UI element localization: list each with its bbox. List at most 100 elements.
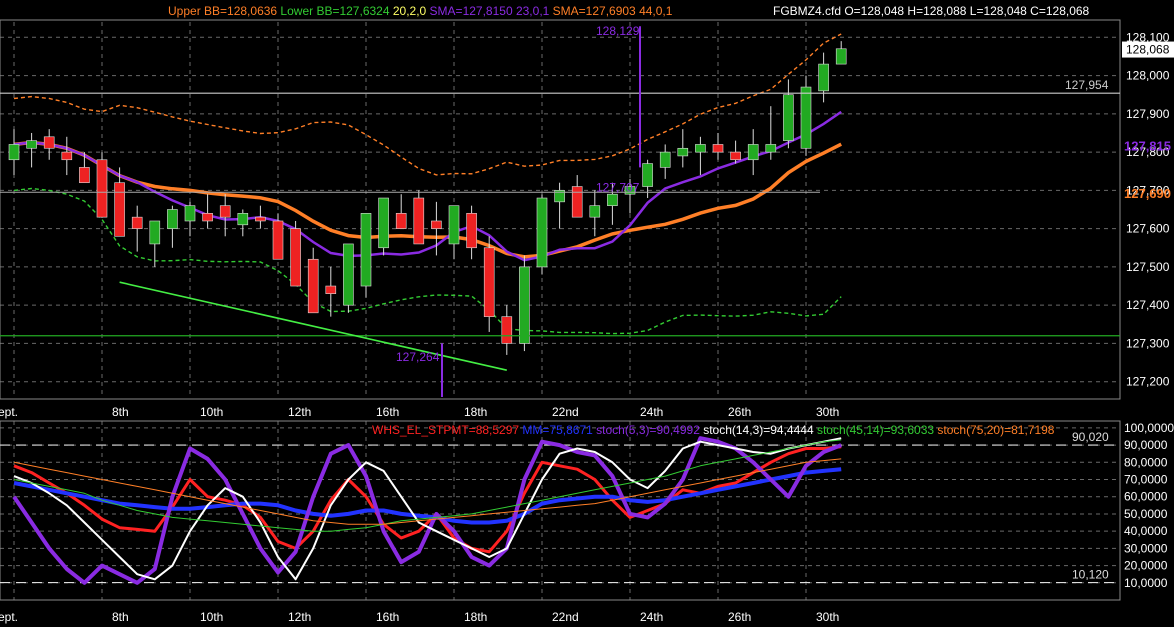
candle-body[interactable] <box>483 247 495 317</box>
candle-body[interactable] <box>695 144 706 153</box>
date-label: 24th <box>640 405 663 419</box>
candle-body[interactable] <box>255 216 266 222</box>
date-label: 18th <box>464 405 487 419</box>
osc-lower-level-label: 10,120 <box>1072 568 1109 582</box>
osc-tick-label: 20,0000 <box>1124 559 1168 573</box>
candle-body[interactable] <box>448 205 460 245</box>
candle-body[interactable] <box>307 258 319 314</box>
date-label: ept. <box>0 405 18 419</box>
price-tick-label: 127,600 <box>1126 222 1170 236</box>
candle-body[interactable] <box>642 163 653 187</box>
osc-tick-label: 100,0000 <box>1124 421 1174 435</box>
mid-annotation: 127,707 <box>596 181 640 195</box>
osc-tick-label: 80,0000 <box>1124 455 1168 469</box>
candle-body[interactable] <box>96 159 108 218</box>
candle-body[interactable] <box>431 220 442 229</box>
legend-entry: 20,2,0 <box>390 4 427 18</box>
candle-body[interactable] <box>607 193 618 206</box>
date-label: 26th <box>728 405 751 419</box>
legend-entry: 44,0,1 <box>636 4 673 18</box>
legend-entry: SMA=127,8150 <box>426 4 513 18</box>
legend-entry: stoch(5,3)=90,4992 <box>593 423 700 437</box>
date-label: 22nd <box>552 610 579 624</box>
candle-body[interactable] <box>43 136 55 149</box>
candle-body[interactable] <box>783 94 794 141</box>
candle-body[interactable] <box>149 220 161 245</box>
candle-body[interactable] <box>184 205 196 222</box>
chart-background <box>0 0 1174 627</box>
candle-body[interactable] <box>61 151 73 161</box>
oscillator-legend: WHS_EL_STPMT=88,5297 MM=75,8671 stoch(5,… <box>372 423 1055 437</box>
trading-chart[interactable]: 128,129127,264127,707 128,100128,000127,… <box>0 0 1174 627</box>
osc-tick-label: 90,0000 <box>1124 438 1168 452</box>
candle-body[interactable] <box>712 144 724 153</box>
candle-body[interactable] <box>167 209 178 229</box>
candle-body[interactable] <box>290 228 301 287</box>
candle-body[interactable] <box>26 140 37 149</box>
candle-body[interactable] <box>519 266 530 344</box>
candle-body[interactable] <box>114 182 125 237</box>
legend-entry: WHS_EL_STPMT=88,5297 <box>372 423 519 437</box>
osc-upper-level-label: 90,020 <box>1072 430 1109 444</box>
osc-tick-label: 60,0000 <box>1124 490 1168 504</box>
candle-body[interactable] <box>378 197 389 249</box>
legend-entry: SMA=127,6903 <box>549 4 636 18</box>
legend-entry: stoch(14,3)=94,4444 <box>700 423 814 437</box>
candle-body[interactable] <box>395 213 407 229</box>
candle-body[interactable] <box>571 186 583 218</box>
date-label: 24th <box>640 610 663 624</box>
symbol-info: FGBMZ4.cfd O=128,048 H=128,088 L=128,048… <box>773 4 1090 18</box>
candle-body[interactable] <box>79 167 90 184</box>
candle-body[interactable] <box>765 144 777 153</box>
price-tick-label: 127,200 <box>1126 375 1170 389</box>
osc-tick-label: 40,0000 <box>1124 524 1168 538</box>
sma23-axis-value: 127,815 <box>1124 138 1171 153</box>
date-label: ept. <box>0 610 18 624</box>
candle-body[interactable] <box>800 86 812 149</box>
candle-body[interactable] <box>8 144 20 161</box>
osc-tick-label: 50,0000 <box>1124 507 1168 521</box>
osc-tick-label: 10,0000 <box>1124 576 1168 590</box>
candle-body[interactable] <box>325 285 337 294</box>
candle-body[interactable] <box>219 205 231 218</box>
legend-entry: stoch(75,20)=81,7198 <box>934 423 1055 437</box>
candle-body[interactable] <box>343 243 354 306</box>
legend-entry: Upper BB=128,0636 <box>168 4 277 18</box>
date-label: 26th <box>728 610 751 624</box>
date-label: 8th <box>112 610 129 624</box>
candle-body[interactable] <box>589 205 601 218</box>
candle-body[interactable] <box>413 197 425 245</box>
osc-tick-label: 30,0000 <box>1124 541 1168 555</box>
candle-body[interactable] <box>730 151 741 161</box>
date-label: 16th <box>376 405 399 419</box>
candle-body[interactable] <box>237 213 249 226</box>
candle-body[interactable] <box>747 144 759 161</box>
date-label: 8th <box>112 405 129 419</box>
date-label: 12th <box>288 610 311 624</box>
candle-body[interactable] <box>536 197 548 268</box>
candle-body[interactable] <box>202 213 213 222</box>
price-tick-label: 127,500 <box>1126 260 1170 274</box>
candle-body[interactable] <box>501 316 513 344</box>
price-tick-label: 127,300 <box>1126 336 1170 350</box>
resistance-label: 127,954 <box>1065 78 1109 92</box>
date-label: 30th <box>816 405 839 419</box>
low-annotation: 127,264 <box>396 350 440 364</box>
candle-body[interactable] <box>659 151 671 168</box>
candle-body[interactable] <box>835 48 847 65</box>
candle-body[interactable] <box>272 220 284 260</box>
date-label: 22nd <box>552 405 579 419</box>
price-tick-label: 128,000 <box>1126 69 1170 83</box>
candle-body[interactable] <box>677 147 689 157</box>
legend-entry: Lower BB=127,6324 <box>277 4 390 18</box>
date-label: 16th <box>376 610 399 624</box>
legend-entry: MM=75,8671 <box>519 423 593 437</box>
candle-body[interactable] <box>360 213 372 287</box>
candle-body[interactable] <box>131 216 143 229</box>
date-label: 12th <box>288 405 311 419</box>
candle-body[interactable] <box>466 213 477 249</box>
legend-entry: 23,0,1 <box>513 4 550 18</box>
high-annotation: 128,129 <box>596 24 640 38</box>
sma44-axis-value: 127,690 <box>1124 186 1171 201</box>
candle-body[interactable] <box>818 63 829 92</box>
